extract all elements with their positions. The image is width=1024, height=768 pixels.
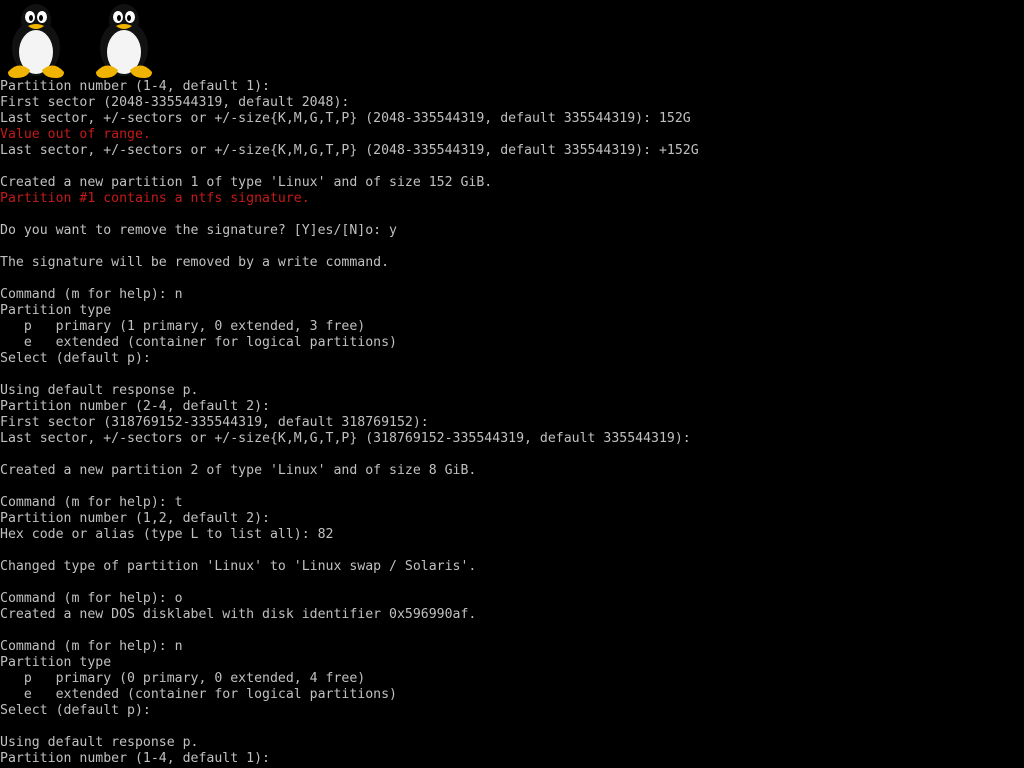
error-line: Partition #1 contains a ntfs signature. — [0, 191, 310, 206]
console-line: Do you want to remove the signature? [Y]… — [0, 223, 397, 238]
console-line: Partition type — [0, 655, 112, 670]
console-line: Command (m for help): n — [0, 287, 183, 302]
error-line: Value out of range. — [0, 127, 151, 142]
console-line: Partition type — [0, 303, 112, 318]
console-line: First sector (2048-335544319, default 20… — [0, 95, 350, 110]
console-line: Created a new DOS disklabel with disk id… — [0, 607, 477, 622]
console-line: Select (default p): — [0, 703, 151, 718]
console-line: e extended (container for logical partit… — [0, 687, 397, 702]
console-line: e extended (container for logical partit… — [0, 335, 397, 350]
linux-console[interactable]: Partition number (1-4, default 1): First … — [0, 0, 1024, 768]
tux-penguin-icon — [8, 4, 64, 78]
console-line: Partition number (2-4, default 2): — [0, 399, 270, 414]
console-line: Using default response p. — [0, 735, 199, 750]
console-line: Last sector, +/-sectors or +/-size{K,M,G… — [0, 431, 691, 446]
console-line: Command (m for help): t — [0, 495, 183, 510]
console-line: Using default response p. — [0, 383, 199, 398]
console-line: Hex code or alias (type L to list all): … — [0, 527, 334, 542]
boot-logos — [4, 0, 156, 80]
console-line: Created a new partition 1 of type 'Linux… — [0, 175, 493, 190]
tux-penguin-icon — [96, 4, 152, 78]
console-line: Last sector, +/-sectors or +/-size{K,M,G… — [0, 111, 691, 126]
console-line: First sector (318769152-335544319, defau… — [0, 415, 429, 430]
console-line: p primary (0 primary, 0 extended, 4 free… — [0, 671, 366, 686]
console-line: Last sector, +/-sectors or +/-size{K,M,G… — [0, 143, 699, 158]
console-line: The signature will be removed by a write… — [0, 255, 390, 270]
console-line: Created a new partition 2 of type 'Linux… — [0, 463, 477, 478]
console-line: Command (m for help): o — [0, 591, 183, 606]
terminal-output: Partition number (1-4, default 1): First … — [0, 79, 1024, 767]
console-line: Partition number (1-4, default 1): — [0, 79, 270, 94]
console-line: Partition number (1-4, default 1): — [0, 751, 270, 766]
console-line: p primary (1 primary, 0 extended, 3 free… — [0, 319, 366, 334]
console-line: Changed type of partition 'Linux' to 'Li… — [0, 559, 477, 574]
console-line: Partition number (1,2, default 2): — [0, 511, 270, 526]
console-line: Select (default p): — [0, 351, 151, 366]
console-line: Command (m for help): n — [0, 639, 183, 654]
